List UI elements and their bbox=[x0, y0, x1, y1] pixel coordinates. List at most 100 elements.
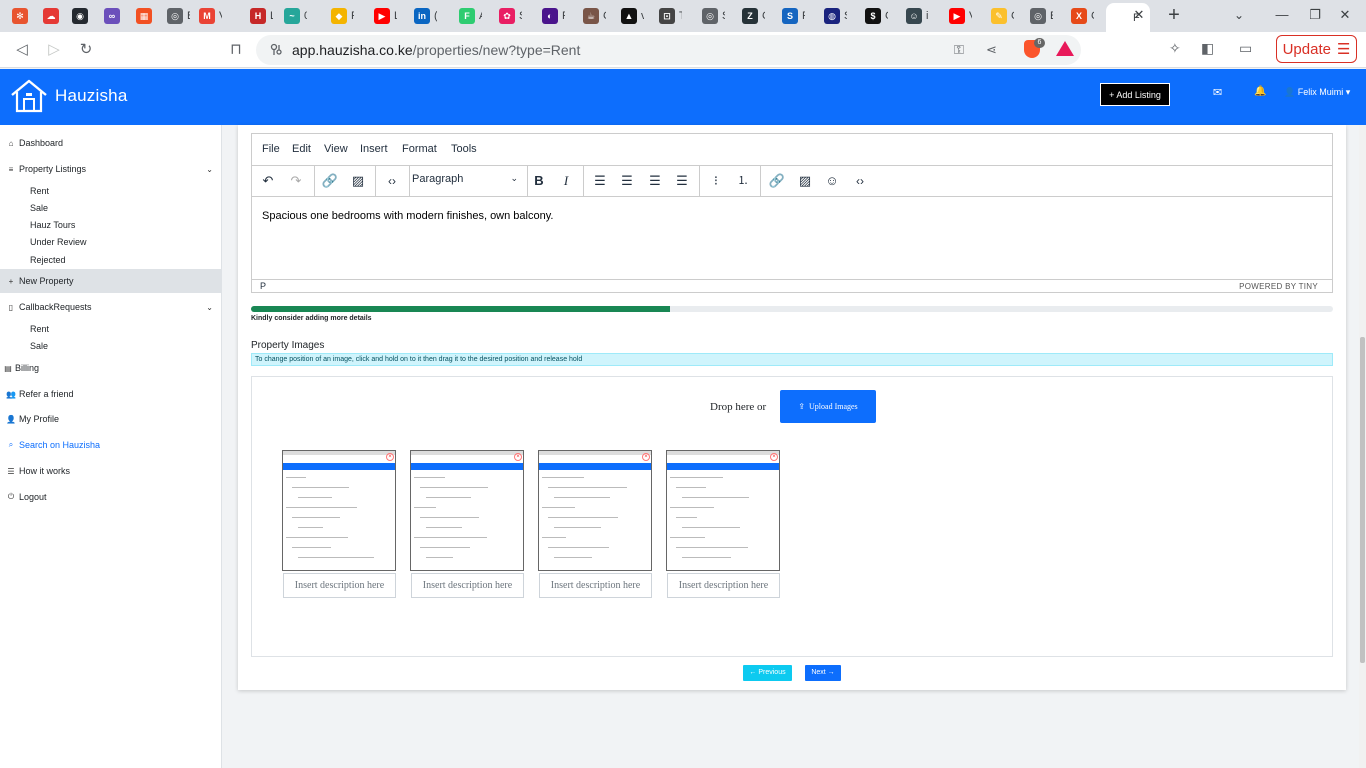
image-thumbnail[interactable]: × bbox=[666, 450, 780, 571]
image-upload-dropzone[interactable]: Drop here or ⇪ Upload Images × Insert des… bbox=[251, 376, 1333, 657]
browser-tab[interactable]: ▦ bbox=[129, 3, 159, 29]
image-description-input[interactable]: Insert description here bbox=[667, 573, 780, 598]
wallet-icon[interactable]: ▭ bbox=[1239, 40, 1252, 57]
browser-tab[interactable]: ▶V bbox=[942, 3, 972, 29]
browser-tab[interactable]: MV bbox=[192, 3, 222, 29]
image-description-input[interactable]: Insert description here bbox=[283, 573, 396, 598]
extensions-icon[interactable]: ✧ bbox=[1169, 40, 1181, 57]
hauzisha-logo[interactable]: Hauzisha bbox=[9, 78, 127, 114]
sidebar-item-how-it-works[interactable]: ☰ How it works bbox=[0, 461, 221, 481]
sidebar-item-search-on-hauzisha[interactable]: ⌕ Search on Hauzisha bbox=[0, 435, 221, 455]
sidebar-subitem-hauz-tours[interactable]: Hauz Tours bbox=[30, 220, 75, 230]
editor-content[interactable]: Spacious one bedrooms with modern finish… bbox=[262, 210, 553, 222]
bold-icon[interactable]: B bbox=[529, 171, 549, 191]
powered-by-tiny-link[interactable]: POWERED BY TINY bbox=[1239, 282, 1318, 291]
next-button[interactable]: Next → bbox=[805, 665, 841, 681]
messages-icon[interactable]: ✉ bbox=[1213, 86, 1222, 99]
browser-tab[interactable]: ◉ bbox=[65, 3, 95, 29]
remove-image-icon[interactable]: × bbox=[386, 453, 394, 461]
site-info-icon[interactable] bbox=[270, 43, 282, 56]
previous-button[interactable]: ← Previous bbox=[743, 665, 792, 681]
sidebar-item-dashboard[interactable]: ⌂ Dashboard bbox=[0, 133, 221, 153]
browser-tab[interactable]: ☺ in bbox=[899, 3, 929, 29]
browser-tab[interactable]: ⊡T bbox=[652, 3, 682, 29]
browser-tab[interactable]: in (i bbox=[407, 3, 437, 29]
add-listing-button[interactable]: + Add Listing bbox=[1100, 83, 1170, 106]
code-icon[interactable]: ‹› bbox=[382, 171, 402, 191]
sidebar-subitem-rent[interactable]: Rent bbox=[30, 186, 49, 196]
editor-menu-format[interactable]: Format bbox=[402, 143, 437, 155]
image-thumbnail[interactable]: × bbox=[538, 450, 652, 571]
browser-tab[interactable]: SF bbox=[775, 3, 805, 29]
maximize-button[interactable]: ❐ bbox=[1306, 6, 1324, 24]
image-thumbnail[interactable]: × bbox=[282, 450, 396, 571]
image-thumbnail[interactable]: × bbox=[410, 450, 524, 571]
sidebar-item-refer-a-friend[interactable]: 👥 Refer a friend bbox=[0, 384, 221, 404]
sidebar-subitem-callback-sale[interactable]: Sale bbox=[30, 341, 48, 351]
sidebar-subitem-sale[interactable]: Sale bbox=[30, 203, 48, 213]
close-tab-icon[interactable]: ✕ bbox=[1131, 7, 1147, 23]
upload-images-button[interactable]: ⇪ Upload Images bbox=[780, 390, 876, 423]
browser-tab[interactable]: ▶L bbox=[367, 3, 397, 29]
undo-icon[interactable]: ↶ bbox=[258, 171, 278, 191]
remove-image-icon[interactable]: × bbox=[770, 453, 778, 461]
bookmark-icon[interactable]: ⊓ bbox=[226, 40, 246, 60]
tab-search-icon[interactable]: ⌄ bbox=[1234, 8, 1244, 22]
browser-tab[interactable]: ✿S bbox=[492, 3, 522, 29]
editor-menu-insert[interactable]: Insert bbox=[360, 143, 388, 155]
browser-tab[interactable]: ZC bbox=[735, 3, 765, 29]
image-icon[interactable]: ▨ bbox=[348, 171, 368, 191]
numbered-list-icon[interactable]: ⒈ bbox=[733, 171, 753, 191]
forward-button[interactable]: ▷ bbox=[44, 40, 64, 60]
remove-image-icon[interactable]: × bbox=[514, 453, 522, 461]
browser-tab[interactable]: $C bbox=[858, 3, 888, 29]
redo-icon[interactable]: ↷ bbox=[286, 171, 306, 191]
user-menu[interactable]: 👤 Felix Muimi ▾ bbox=[1284, 87, 1350, 98]
sidebar-subitem-callback-rent[interactable]: Rent bbox=[30, 324, 49, 334]
emoticon-icon[interactable]: ☺ bbox=[822, 171, 842, 191]
element-path[interactable]: P bbox=[260, 281, 266, 291]
address-bar[interactable]: app.hauzisha.co.ke/properties/new?type=R… bbox=[256, 35, 1081, 65]
editor-menu-tools[interactable]: Tools bbox=[451, 143, 477, 155]
source-code-icon[interactable]: ‹› bbox=[850, 171, 870, 191]
italic-icon[interactable]: I bbox=[556, 171, 576, 191]
align-left-icon[interactable]: ☰ bbox=[590, 171, 610, 191]
block-format-select[interactable]: Paragraph ⌄ bbox=[412, 173, 518, 191]
align-justify-icon[interactable]: ☰ bbox=[672, 171, 692, 191]
browser-tab[interactable]: HL bbox=[243, 3, 273, 29]
sidebar-item-callback-requests[interactable]: ▯ CallbackRequests ⌄ bbox=[0, 297, 221, 317]
link-icon[interactable]: 🔗 bbox=[320, 171, 340, 191]
image-description-input[interactable]: Insert description here bbox=[539, 573, 652, 598]
image-description-input[interactable]: Insert description here bbox=[411, 573, 524, 598]
align-center-icon[interactable]: ☰ bbox=[617, 171, 637, 191]
browser-tab[interactable]: ◐F bbox=[535, 3, 565, 29]
brave-rewards-icon[interactable] bbox=[1056, 41, 1074, 56]
side-panel-icon[interactable]: ◧ bbox=[1201, 40, 1214, 57]
browser-tab[interactable]: XC bbox=[1064, 3, 1094, 29]
sidebar-item-new-property[interactable]: + New Property bbox=[0, 269, 221, 293]
minimize-button[interactable]: — bbox=[1273, 6, 1291, 24]
browser-tab[interactable]: ◎E bbox=[1023, 3, 1053, 29]
new-tab-button[interactable]: + bbox=[1164, 5, 1184, 25]
remove-image-icon[interactable]: × bbox=[642, 453, 650, 461]
sidebar-item-logout[interactable]: ⏻ Logout bbox=[0, 487, 221, 507]
browser-tab[interactable]: ◎B bbox=[160, 3, 190, 29]
browser-tab[interactable]: ☕C bbox=[576, 3, 606, 29]
browser-tab[interactable]: ☁ bbox=[36, 3, 66, 29]
bullet-list-icon[interactable]: ⁝ bbox=[706, 171, 726, 191]
image-icon[interactable]: ▨ bbox=[795, 171, 815, 191]
browser-tab[interactable]: ∞ bbox=[97, 3, 127, 29]
editor-menu-file[interactable]: File bbox=[262, 143, 280, 155]
editor-menu-edit[interactable]: Edit bbox=[292, 143, 311, 155]
sidebar-subitem-rejected[interactable]: Rejected bbox=[30, 255, 66, 265]
browser-tab[interactable]: ✎C bbox=[984, 3, 1014, 29]
notifications-icon[interactable]: 🔔 bbox=[1254, 86, 1266, 97]
share-icon[interactable]: ⋖ bbox=[986, 42, 997, 58]
browser-tab[interactable]: ▲ v bbox=[614, 3, 644, 29]
browser-tab[interactable]: ✻ bbox=[5, 3, 35, 29]
browser-tab[interactable]: ~0 bbox=[277, 3, 307, 29]
update-button[interactable]: Update ☰ bbox=[1276, 35, 1357, 63]
sidebar-item-billing[interactable]: ▤ Billing bbox=[0, 358, 221, 378]
back-button[interactable]: ◁ bbox=[12, 40, 32, 60]
browser-tab[interactable]: FA bbox=[452, 3, 482, 29]
